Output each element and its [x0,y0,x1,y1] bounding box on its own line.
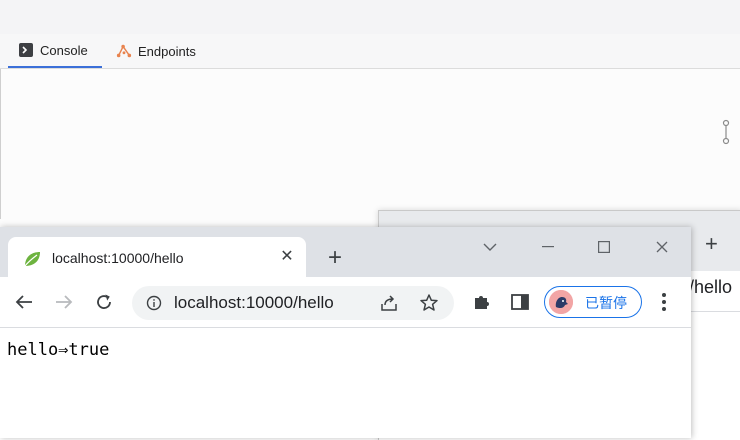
endpoints-icon [116,43,132,59]
new-tab-button[interactable]: + [322,244,348,271]
browser-window: localhost:10000/hello ✕ + localhost:1000… [0,227,691,438]
tab-console-label: Console [40,42,88,58]
console-icon [18,42,34,58]
profile-status-label: 已暂停 [585,295,627,311]
response-text: hello⇒true [7,340,110,360]
tab-close-icon[interactable]: ✕ [278,247,296,265]
tab-endpoints-label: Endpoints [138,43,196,59]
back-arrow-icon[interactable] [10,288,38,316]
side-panel-icon[interactable] [509,291,531,313]
spring-leaf-icon [22,249,42,269]
ide-panel-border [0,69,1,219]
page-content: hello⇒true [0,328,691,438]
address-bar[interactable]: localhost:10000/hello [132,286,454,320]
share-icon[interactable] [380,294,398,312]
close-window-icon[interactable] [642,235,682,259]
forward-arrow-icon[interactable] [50,288,78,316]
tab-title: localhost:10000/hello [52,250,184,266]
browser-tab-active[interactable]: localhost:10000/hello ✕ [8,237,306,277]
tab-console[interactable]: Console [8,34,102,68]
scroll-handle[interactable] [721,119,731,147]
tab-search-chevron-icon[interactable] [470,235,510,259]
browser-toolbar: localhost:10000/hello 已暂停 [0,277,691,328]
tab-strip: localhost:10000/hello ✕ + [0,227,691,277]
reload-icon[interactable] [90,288,118,316]
maximize-icon[interactable] [584,235,624,259]
bookmark-star-icon[interactable] [419,293,439,313]
extensions-puzzle-icon[interactable] [470,291,492,313]
ide-top-bar [0,0,740,35]
bg-new-tab-button[interactable]: + [705,231,718,257]
site-info-icon[interactable] [146,295,162,311]
profile-button[interactable]: 已暂停 [544,286,642,318]
bg-url-fragment: /hello [689,277,733,297]
ide-tool-tabs: Console Endpoints [0,34,740,69]
tab-endpoints[interactable]: Endpoints [116,34,216,68]
kebab-menu-icon[interactable] [654,290,674,314]
avatar [549,290,573,314]
minimize-icon[interactable] [528,235,568,259]
url-text[interactable]: localhost:10000/hello [174,293,334,313]
